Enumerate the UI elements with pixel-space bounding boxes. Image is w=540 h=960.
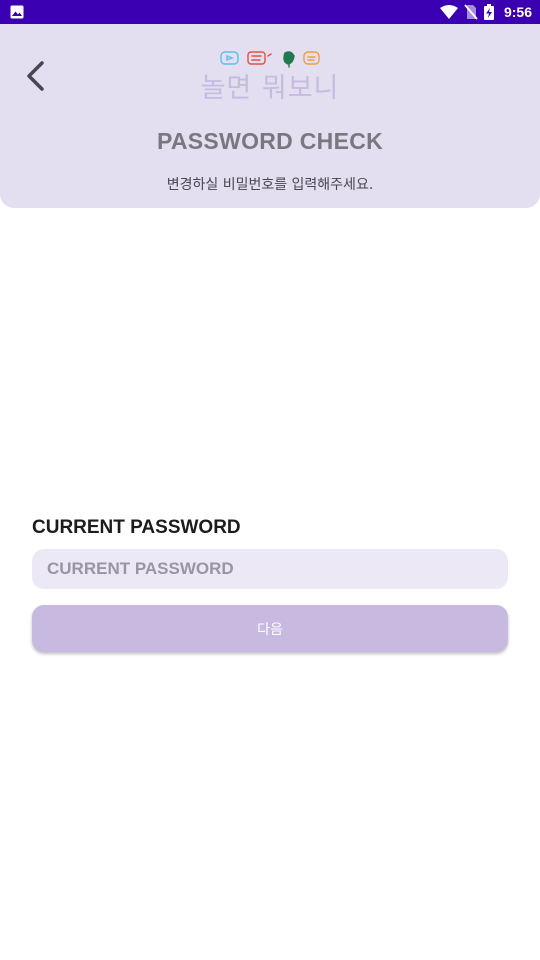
status-bar: 9:56 bbox=[0, 0, 540, 24]
app-logo: 놀면 뭐보니 bbox=[190, 46, 350, 104]
wifi-icon bbox=[439, 5, 458, 19]
current-password-input[interactable] bbox=[32, 549, 508, 589]
header: 놀면 뭐보니 PASSWORD CHECK 변경하실 비밀번호를 입력해주세요. bbox=[0, 24, 540, 208]
current-password-label: CURRENT PASSWORD bbox=[32, 517, 241, 538]
no-sim-icon bbox=[464, 4, 478, 20]
image-icon bbox=[10, 5, 24, 19]
next-button[interactable]: 다음 bbox=[32, 605, 508, 652]
logo-doodles-icon bbox=[220, 51, 320, 68]
page-title: PASSWORD CHECK bbox=[156, 128, 384, 154]
battery-charging-icon bbox=[483, 4, 494, 20]
back-arrow-icon[interactable] bbox=[18, 56, 54, 96]
status-time: 9:56 bbox=[503, 4, 532, 20]
status-icons: 9:56 bbox=[439, 0, 532, 24]
page-subtitle: 변경하실 비밀번호를 입력해주세요. bbox=[166, 177, 374, 193]
logo-text: 놀면 뭐보니 bbox=[200, 73, 340, 104]
